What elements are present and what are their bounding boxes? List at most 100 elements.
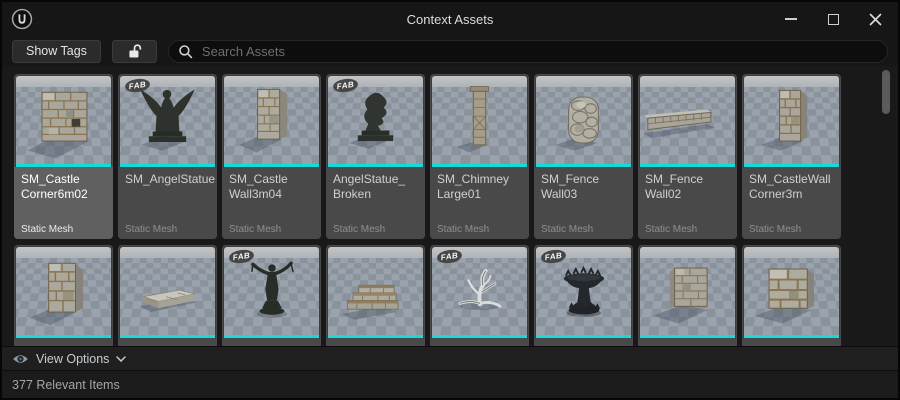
asset-card[interactable] (638, 245, 737, 346)
asset-thumbnail (120, 247, 215, 335)
minimize-button[interactable] (770, 2, 812, 36)
eye-icon (13, 354, 28, 363)
view-options-label: View Options (36, 351, 110, 366)
asset-type-label: Static Mesh (21, 224, 74, 235)
title-bar: Context Assets (2, 2, 898, 36)
asset-label-area (742, 338, 841, 346)
asset-thumbnail: FAB (536, 247, 631, 335)
chevron-down-icon (116, 355, 127, 362)
asset-label-area: AngelStatue_ Broken Static Mesh (326, 167, 425, 239)
asset-label-area: SM_AngelStatue Static Mesh (118, 167, 217, 239)
asset-name: SM_CastleWall Corner3m (749, 172, 831, 201)
asset-label-area (326, 338, 425, 346)
stone-slab-thumb (120, 247, 215, 335)
asset-type-label: Static Mesh (541, 224, 594, 235)
asset-card[interactable] (118, 245, 217, 346)
asset-thumbnail (16, 247, 111, 335)
asset-thumbnail (744, 76, 839, 164)
view-options-button[interactable]: View Options (2, 346, 898, 370)
asset-card[interactable]: SM_CastleWall Corner3m Static Mesh (742, 74, 841, 239)
search-input[interactable] (199, 42, 878, 60)
stone-steps-thumb (328, 247, 423, 335)
asset-label-area: SM_Chimney Large01 Static Mesh (430, 167, 529, 239)
asset-type-label: Static Mesh (437, 224, 490, 235)
brick-wall-thumb (640, 247, 735, 335)
maximize-button[interactable] (812, 2, 854, 36)
asset-name: SM_Chimney Large01 (437, 172, 510, 201)
asset-label-area: SM_Castle Wall3m04 Static Mesh (222, 167, 321, 239)
asset-label-area (222, 338, 321, 346)
asset-card[interactable]: SM_Castle Wall3m04 Static Mesh (222, 74, 321, 239)
stone-wall-corner-thumb (16, 76, 111, 164)
asset-label-area: SM_Castle Corner6m02 Static Mesh (14, 167, 113, 239)
asset-thumbnail (640, 247, 735, 335)
asset-card[interactable]: FAB (222, 245, 321, 346)
asset-card[interactable]: FAB AngelStatue_ Broken Static Mesh (326, 74, 425, 239)
asset-label-area: SM_Fence Wall03 Static Mesh (534, 167, 633, 239)
asset-label-area (534, 338, 633, 346)
window-controls (770, 2, 896, 36)
asset-name: SM_AngelStatue (125, 172, 216, 186)
minimize-icon (785, 18, 797, 20)
asset-thumbnail: FAB (224, 247, 319, 335)
asset-name: SM_Fence Wall02 (645, 172, 704, 201)
asset-card[interactable]: SM_Fence Wall02 Static Mesh (638, 74, 737, 239)
asset-label-area (118, 338, 217, 346)
asset-thumbnail (536, 76, 631, 164)
asset-name: SM_Castle Corner6m02 (21, 172, 88, 201)
asset-name: SM_Castle Wall3m04 (229, 172, 288, 201)
window-title: Context Assets (406, 12, 494, 27)
asset-thumbnail (16, 76, 111, 164)
asset-type-label: Static Mesh (749, 224, 802, 235)
asset-name: SM_Fence Wall03 (541, 172, 600, 201)
castle-wall-pillar-thumb (224, 76, 319, 164)
boulder-pillar-thumb (536, 76, 631, 164)
vertical-scrollbar-thumb[interactable] (882, 70, 890, 114)
search-box (167, 39, 888, 63)
asset-card[interactable]: SM_Castle Corner6m02 Static Mesh (14, 74, 113, 239)
close-button[interactable] (854, 2, 896, 36)
relevant-items-count: 377 Relevant Items (12, 377, 120, 392)
lock-button[interactable] (111, 39, 157, 63)
unlock-icon (129, 44, 142, 58)
asset-thumbnail: FAB (328, 76, 423, 164)
status-bar: 377 Relevant Items (2, 370, 898, 398)
asset-label-area: SM_CastleWall Corner3m Static Mesh (742, 167, 841, 239)
asset-browser-content: SM_Castle Corner6m02 Static Mesh FAB SM_… (2, 66, 898, 346)
asset-thumbnail (640, 76, 735, 164)
asset-card[interactable] (326, 245, 425, 346)
brick-pillar-wide-thumb (16, 247, 111, 335)
long-low-wall-thumb (640, 76, 735, 164)
asset-type-label: Static Mesh (333, 224, 386, 235)
asset-thumbnail (744, 247, 839, 335)
asset-card[interactable]: SM_Chimney Large01 Static Mesh (430, 74, 529, 239)
asset-label-area (14, 338, 113, 346)
asset-name: AngelStatue_ Broken (333, 172, 406, 201)
asset-type-label: Static Mesh (645, 224, 698, 235)
asset-card[interactable]: FAB (534, 245, 633, 346)
asset-card[interactable]: FAB SM_AngelStatue Static Mesh (118, 74, 217, 239)
chimney-column-thumb (432, 76, 527, 164)
brick-pillar-thumb (744, 76, 839, 164)
asset-type-label: Static Mesh (125, 224, 178, 235)
asset-thumbnail: FAB (432, 247, 527, 335)
brick-wall-chunk-thumb (744, 247, 839, 335)
asset-card[interactable] (14, 245, 113, 346)
maximize-icon (827, 13, 839, 25)
show-tags-button[interactable]: Show Tags (12, 39, 101, 63)
asset-label-area (638, 338, 737, 346)
asset-card[interactable]: FAB (430, 245, 529, 346)
search-icon (179, 44, 193, 58)
asset-thumbnail (224, 76, 319, 164)
asset-grid: SM_Castle Corner6m02 Static Mesh FAB SM_… (14, 74, 841, 346)
asset-thumbnail (432, 76, 527, 164)
asset-type-label: Static Mesh (229, 224, 282, 235)
toolbar: Show Tags (2, 36, 898, 66)
asset-card[interactable]: SM_Fence Wall03 Static Mesh (534, 74, 633, 239)
asset-card[interactable] (742, 245, 841, 346)
asset-thumbnail: FAB (120, 76, 215, 164)
close-icon (869, 13, 881, 25)
context-assets-window: Context Assets Show Tags Search Assets S… (0, 0, 900, 400)
asset-thumbnail (328, 247, 423, 335)
asset-label-area: SM_Fence Wall02 Static Mesh (638, 167, 737, 239)
